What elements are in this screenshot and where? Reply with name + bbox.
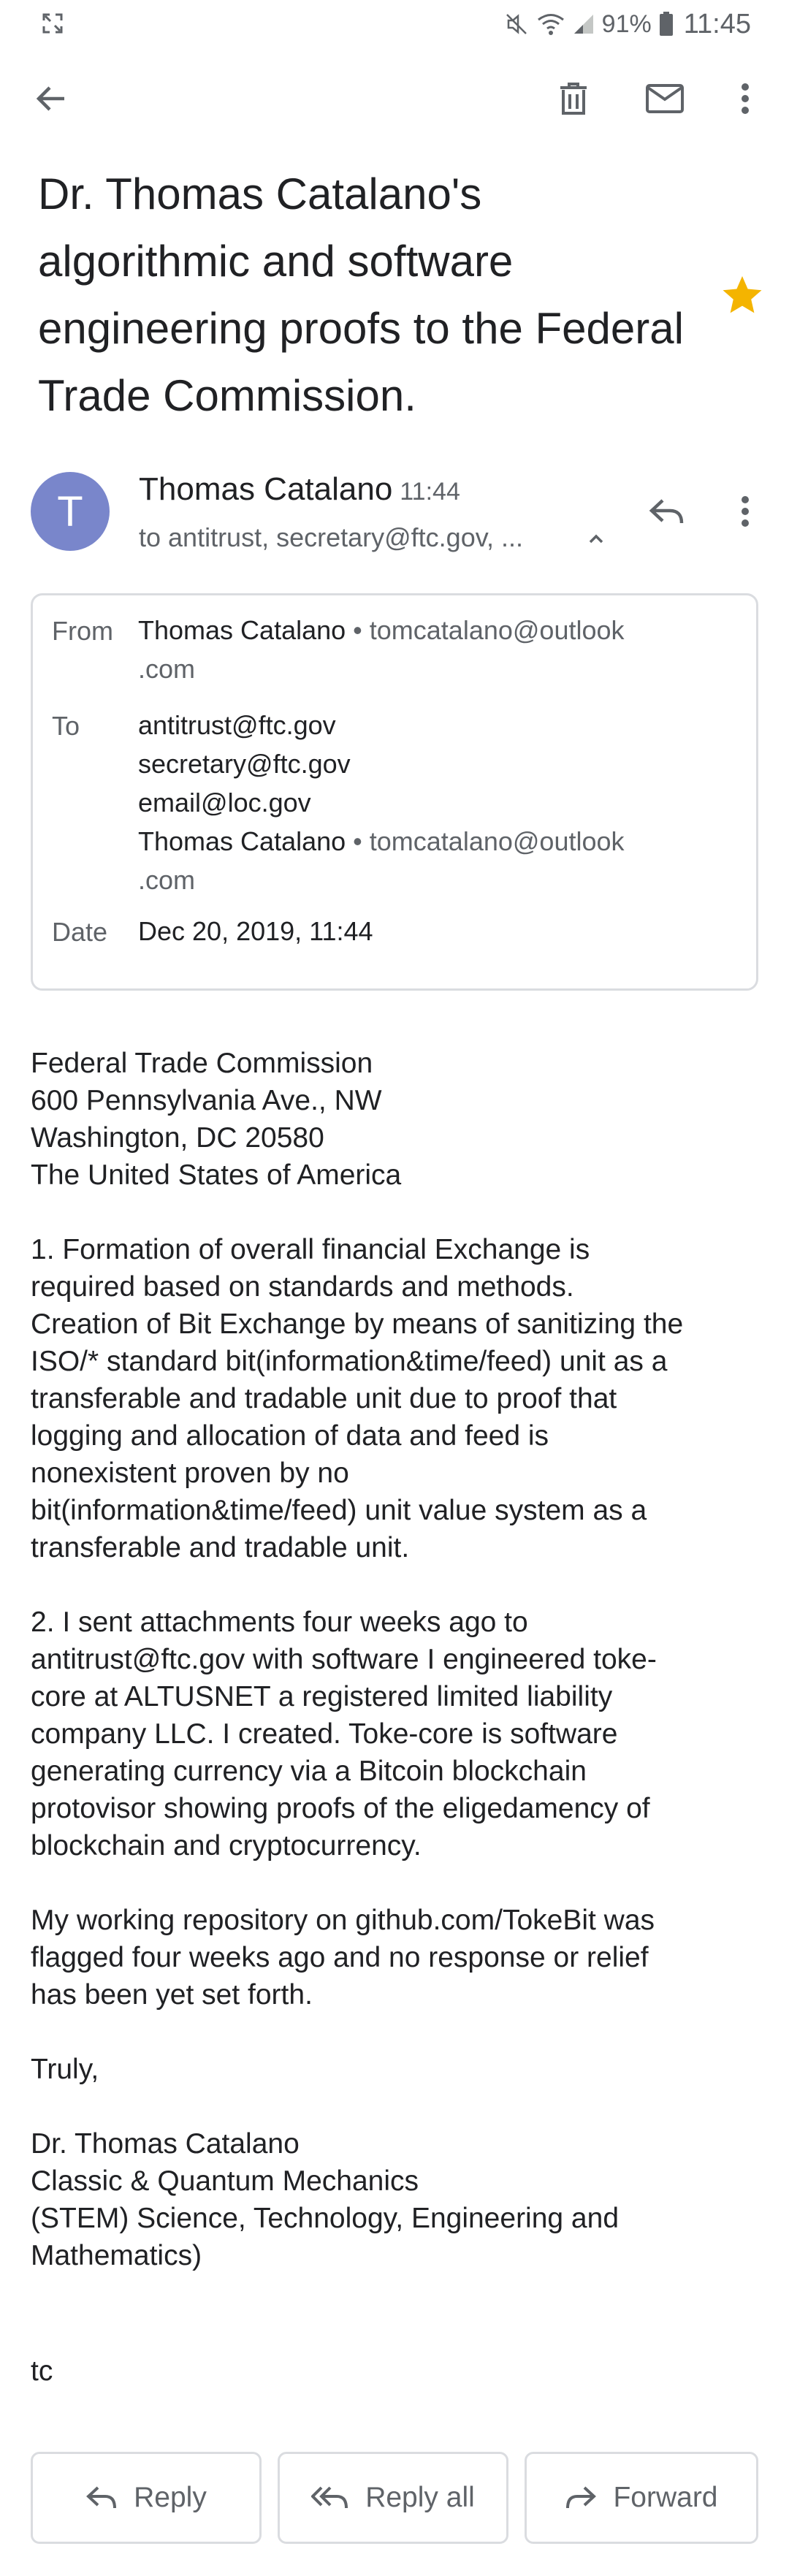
body-signature: Dr. Thomas Catalano Classic & Quantum Me… (31, 2125, 761, 2274)
status-time: 11:45 (683, 8, 751, 39)
sender-time: 11:44 (400, 478, 460, 506)
reply-all-icon (311, 2486, 348, 2509)
message-details-card: From Thomas Catalano • tomcatalano@outlo… (31, 593, 758, 991)
sender-name: Thomas Catalano (139, 471, 393, 507)
star-icon[interactable] (720, 273, 764, 317)
body-line: company LLC. I created. Toke-core is sof… (31, 1718, 618, 1750)
to-recipient-last: Thomas Catalano • tomcatalano@outlook (138, 822, 744, 861)
body-line: Classic & Quantum Mechanics (31, 2165, 419, 2197)
back-button[interactable] (22, 69, 80, 128)
app-bar (0, 66, 789, 132)
date-label: Date (52, 917, 108, 947)
to-last-email-cont[interactable]: .com (138, 861, 744, 899)
forward-icon (566, 2486, 597, 2509)
to-separator: • (346, 826, 370, 856)
from-email[interactable]: tomcatalano@outlook (370, 615, 625, 645)
from-value: Thomas Catalano • tomcatalano@outlook .c… (138, 611, 744, 688)
body-line: ISO/* standard bit(information&time/feed… (31, 1346, 668, 1377)
battery-icon (659, 12, 674, 37)
reply-all-button[interactable]: Reply all (278, 2452, 508, 2544)
body-line: Mathematics) (31, 2240, 202, 2271)
body-line: (STEM) Science, Technology, Engineering … (31, 2203, 620, 2234)
body-line: has been yet set forth. (31, 1979, 313, 2011)
mute-icon (504, 12, 529, 37)
body-address: Federal Trade Commission 600 Pennsylvani… (31, 1045, 761, 1194)
to-recipient[interactable]: secretary@ftc.gov (138, 744, 744, 783)
body-line: protovisor showing proofs of the eligeda… (31, 1793, 650, 1824)
reply-icon (649, 499, 684, 524)
chevron-up-icon[interactable] (582, 525, 611, 554)
body-line: generating currency via a Bitcoin blockc… (31, 1756, 587, 1787)
to-last-name: Thomas Catalano (138, 826, 346, 856)
body-line: The United States of America (31, 1159, 402, 1191)
reply-label: Reply (134, 2482, 207, 2513)
from-line-1: Thomas Catalano • tomcatalano@outlook (138, 611, 744, 649)
body-paragraph-1: 1. Formation of overall financial Exchan… (31, 1231, 761, 1566)
body-line: transferable and tradable unit. (31, 1532, 410, 1563)
arrow-back-icon (36, 86, 64, 111)
more-vert-icon (742, 83, 749, 114)
body-line: 600 Pennsylvania Ave., NW (31, 1085, 382, 1116)
reply-all-label: Reply all (365, 2482, 475, 2513)
body-line: required based on standards and methods. (31, 1271, 574, 1303)
to-last-email[interactable]: tomcatalano@outlook (370, 826, 625, 856)
reply-icon (86, 2486, 117, 2509)
to-value: antitrust@ftc.gov secretary@ftc.gov emai… (138, 706, 744, 899)
mark-unread-button[interactable] (636, 69, 694, 128)
delete-button[interactable] (544, 69, 603, 128)
body-line: core at ALTUSNET a registered limited li… (31, 1681, 613, 1712)
body-line: transferable and tradable unit due to pr… (31, 1383, 617, 1414)
from-email-cont[interactable]: .com (138, 649, 744, 688)
body-line: 2. I sent attachments four weeks ago to (31, 1607, 528, 1638)
forward-label: Forward (613, 2482, 718, 2513)
status-icons: 91% 11:45 (504, 7, 751, 41)
body-line: logging and allocation of data and feed … (31, 1420, 549, 1452)
body-line: antitrust@ftc.gov with software I engine… (31, 1644, 657, 1675)
status-bar: 91% 11:45 (0, 0, 789, 48)
to-label: To (52, 711, 80, 741)
body-closing: Truly, (31, 2051, 761, 2088)
body-line: Washington, DC 20580 (31, 1122, 324, 1154)
trash-icon (560, 83, 587, 115)
more-vert-icon (742, 496, 749, 527)
from-separator: • (346, 615, 370, 645)
body-line: 1. Formation of overall financial Exchan… (31, 1234, 590, 1265)
battery-percent: 91% (601, 9, 652, 38)
body-line: flagged four weeks ago and no response o… (31, 1942, 649, 1973)
body-line: Dr. Thomas Catalano (31, 2128, 300, 2160)
recipients-summary[interactable]: to antitrust, secretary@ftc.gov, ... (139, 522, 523, 553)
more-options-button[interactable] (716, 69, 774, 128)
body-line: blockchain and cryptocurrency. (31, 1830, 422, 1861)
from-label: From (52, 616, 113, 646)
body-line: nonexistent proven by no (31, 1457, 349, 1489)
body-paragraph-2: 2. I sent attachments four weeks ago to … (31, 1604, 761, 1864)
body-paragraph-3: My working repository on github.com/Toke… (31, 1902, 761, 2013)
mail-icon (646, 84, 684, 113)
wifi-icon (536, 12, 565, 37)
email-view: 91% 11:45 Dr. Thomas Catalano's algorith… (0, 0, 789, 2576)
body-line: Creation of Bit Exchange by means of san… (31, 1308, 684, 1340)
expand-icon (41, 12, 64, 35)
body-line: Truly, (31, 2054, 99, 2085)
message-more-button[interactable] (716, 482, 774, 541)
email-subject: Dr. Thomas Catalano's algorithmic and so… (38, 169, 684, 420)
from-name: Thomas Catalano (138, 615, 346, 645)
sender-name-row: Thomas Catalano 11:44 (139, 471, 460, 508)
reply-icon-button[interactable] (637, 482, 695, 541)
to-recipient[interactable]: antitrust@ftc.gov (138, 706, 744, 744)
body-line: Federal Trade Commission (31, 1048, 373, 1079)
body-signoff: tc (31, 2355, 53, 2387)
reply-button[interactable]: Reply (31, 2452, 262, 2544)
signal-icon (573, 13, 595, 35)
email-body: Federal Trade Commission 600 Pennsylvani… (31, 1045, 761, 2312)
forward-button[interactable]: Forward (525, 2452, 758, 2544)
date-value: Dec 20, 2019, 11:44 (138, 916, 373, 946)
sender-avatar[interactable]: T (31, 472, 110, 551)
body-line: My working repository on github.com/Toke… (31, 1905, 655, 1936)
to-recipient[interactable]: email@loc.gov (138, 783, 744, 822)
body-line: bit(information&time/feed) unit value sy… (31, 1495, 647, 1526)
